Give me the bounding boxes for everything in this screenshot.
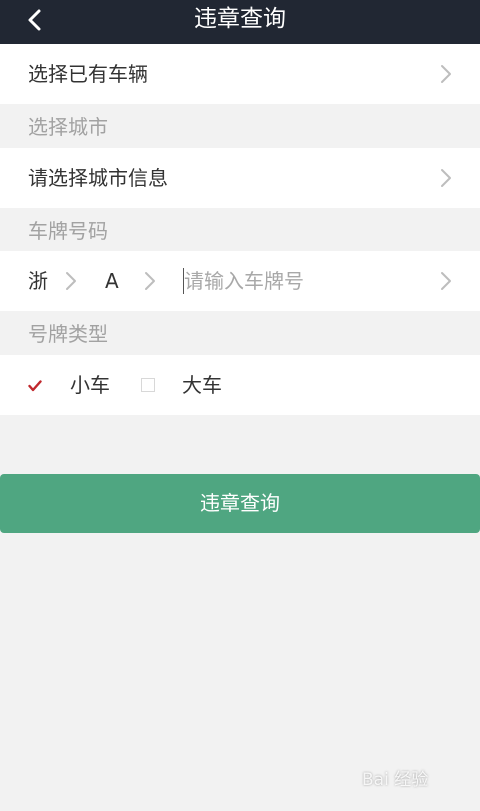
small-car-label[interactable]: 小车	[70, 355, 110, 415]
select-city-row[interactable]: 请选择城市信息	[0, 148, 480, 208]
plate-section-title: 车牌号码	[28, 219, 108, 243]
select-city-label: 请选择城市信息	[28, 166, 168, 190]
page-title: 违章查询	[194, 6, 286, 32]
query-violations-button[interactable]: 违章查询	[0, 474, 480, 533]
plate-type-row: 小车 大车	[0, 355, 480, 415]
baidu-watermark: Bai 经验	[362, 763, 458, 799]
plate-type-section-title: 号牌类型	[28, 322, 108, 346]
large-car-checkbox[interactable]	[141, 378, 155, 392]
nav-header: 违章查询	[0, 0, 480, 44]
watermark-text: Bai 经验	[362, 770, 429, 790]
plate-number-input[interactable]	[184, 265, 424, 297]
chevron-right-icon	[441, 65, 451, 83]
small-car-checkbox[interactable]	[28, 378, 42, 392]
large-car-label[interactable]: 大车	[182, 355, 222, 415]
select-vehicle-label: 选择已有车辆	[28, 62, 148, 86]
chevron-right-icon[interactable]	[63, 270, 79, 292]
plate-number-row: 浙 A	[0, 251, 480, 311]
province-selector[interactable]: 浙	[28, 251, 48, 311]
select-vehicle-row[interactable]: 选择已有车辆	[0, 44, 480, 104]
checkmark-icon	[28, 380, 42, 392]
chevron-right-icon	[441, 169, 451, 187]
letter-selector[interactable]: A	[105, 251, 119, 311]
chevron-right-icon[interactable]	[142, 270, 158, 292]
chevron-right-icon[interactable]	[438, 270, 454, 292]
city-section-title: 选择城市	[28, 115, 108, 139]
